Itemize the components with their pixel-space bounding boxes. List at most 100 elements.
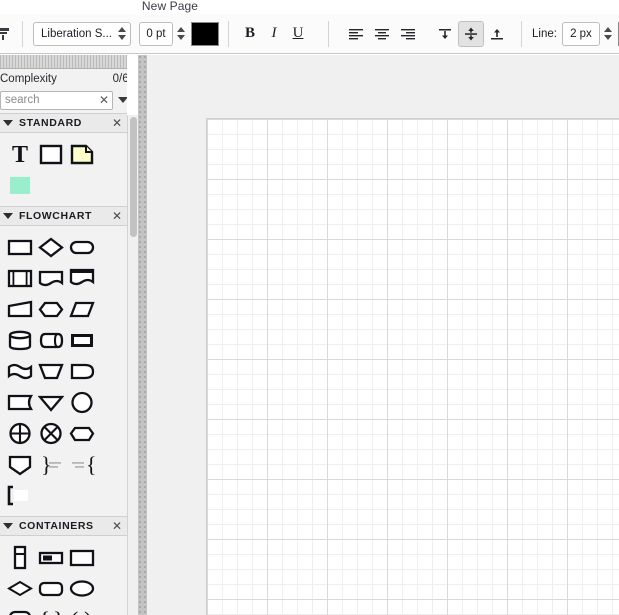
align-left-icon [349,28,363,39]
stencil-scrollbar[interactable] [127,115,138,615]
toolbar-divider-4 [521,20,522,47]
note-shape[interactable] [66,138,97,169]
decision-shape[interactable] [35,231,66,262]
toolbar-divider-1 [22,20,23,47]
display-shape[interactable] [66,355,97,386]
section-header-standard[interactable]: STANDARD ✕ [0,113,127,133]
summing-junction-shape[interactable] [4,417,35,448]
extract-shape[interactable] [35,386,66,417]
format-painter-icon[interactable] [0,21,16,47]
line-width-label: Line: [532,27,557,40]
stencil-sidebar: Complexity 0/60 search ✕ STANDARD ✕ T [0,55,127,615]
internal-storage-shape[interactable] [66,324,97,355]
section-label-flowchart: FLOWCHART [19,210,93,222]
valign-bottom-button[interactable] [484,21,510,47]
shape-grid-containers: { } ( ) [0,536,127,615]
underline-button[interactable]: U [286,21,310,47]
line-width-input[interactable]: 2 px [561,21,600,46]
align-center-button[interactable] [369,21,395,47]
svg-text:{: { [86,452,95,477]
data-shape[interactable] [66,293,97,324]
sort-shape[interactable] [4,448,35,479]
bracket-shape[interactable] [4,479,35,510]
line-width-stepper[interactable] [604,25,613,43]
diamond-container-shape[interactable] [4,572,35,603]
font-size-input[interactable]: 0 pt [139,21,173,46]
direct-access-shape[interactable] [35,324,66,355]
manual-input-shape[interactable] [4,293,35,324]
valign-top-button[interactable] [432,21,458,47]
disclosure-triangle-icon[interactable] [3,523,13,529]
stencil-list[interactable]: STANDARD ✕ T FLOWCHART ✕} CONTAINERS ✕ [0,113,127,615]
left-brace-shape[interactable]: { [66,448,97,479]
line-width-value: 2 px [570,27,592,40]
complexity-value: 0/60 [112,73,127,85]
font-color-swatch[interactable] [191,21,219,46]
shape-grid-standard: T [0,133,127,206]
disclosure-triangle-icon[interactable] [3,120,13,126]
close-section-icon-flowchart[interactable]: ✕ [112,209,122,223]
text-tool[interactable]: T [4,138,35,169]
horizontal-container-shape[interactable] [35,541,66,572]
search-placeholder: search [5,94,40,106]
valign-middle-button[interactable] [458,20,484,47]
loop-limit-shape[interactable] [4,386,35,417]
font-size-value: 0 pt [146,27,166,40]
connector-shape[interactable] [66,386,97,417]
curly-brace-container-shape[interactable]: { } [35,603,66,615]
section-header-flowchart[interactable]: FLOWCHART ✕ [0,206,127,226]
clear-search-icon[interactable]: ✕ [99,93,109,107]
align-right-button[interactable] [395,21,421,47]
scrollbar-thumb[interactable] [130,117,137,237]
bold-button[interactable]: B [238,21,262,47]
underline-label: U [292,25,304,41]
manual-operation-shape[interactable] [35,355,66,386]
paren-container-shape[interactable]: ( ) [66,603,97,615]
section-label-standard: STANDARD [19,117,82,129]
font-size-stepper[interactable] [176,25,185,43]
complexity-label: Complexity [0,73,57,85]
close-section-icon-containers[interactable]: ✕ [112,519,122,533]
canvas-page[interactable] [206,118,619,615]
svg-text:): ) [84,608,92,615]
title-bar: New Page [0,0,619,14]
align-top-icon [439,28,451,39]
italic-label: I [271,25,277,41]
ellipse-container-shape[interactable] [66,572,97,603]
svg-text:{: { [39,608,50,615]
predefined-process-shape[interactable] [4,262,35,293]
font-family-value: Liberation S... [41,27,112,40]
chevron-down-icon [118,97,127,103]
terminator-shape[interactable] [66,231,97,262]
collate-shape[interactable] [66,417,97,448]
stored-data-shape[interactable] [4,324,35,355]
wave-document-shape[interactable] [4,355,35,386]
preparation-shape[interactable] [35,293,66,324]
search-input[interactable]: search ✕ [0,90,113,110]
align-center-icon [375,28,389,39]
rounded-tall-container-shape[interactable] [4,603,35,615]
rectangle-shape[interactable] [35,138,66,169]
section-header-containers[interactable]: CONTAINERS ✕ [0,516,127,536]
color-swatch-shape[interactable] [4,169,35,200]
align-bottom-icon [491,28,503,39]
multi-document-shape[interactable] [66,262,97,293]
font-family-select[interactable]: Liberation S... [33,21,131,46]
vertical-container-shape[interactable] [4,541,35,572]
bold-label: B [244,25,255,41]
right-brace-shape[interactable]: } [35,448,66,479]
or-junction-shape[interactable] [35,417,66,448]
close-section-icon-standard[interactable]: ✕ [112,116,122,130]
italic-button[interactable]: I [262,21,286,47]
align-left-button[interactable] [343,21,369,47]
sidebar-splitter[interactable] [138,55,147,615]
formatting-toolbar: Liberation S... 0 pt B I U Line: 2 px [0,14,619,54]
box-container-shape[interactable] [66,541,97,572]
process-shape[interactable] [4,231,35,262]
document-shape[interactable] [35,262,66,293]
rounded-container-shape[interactable] [35,572,66,603]
stencil-menu-button[interactable] [113,97,127,103]
canvas-workspace[interactable] [147,55,619,615]
align-right-icon [401,28,415,39]
disclosure-triangle-icon[interactable] [3,213,13,219]
